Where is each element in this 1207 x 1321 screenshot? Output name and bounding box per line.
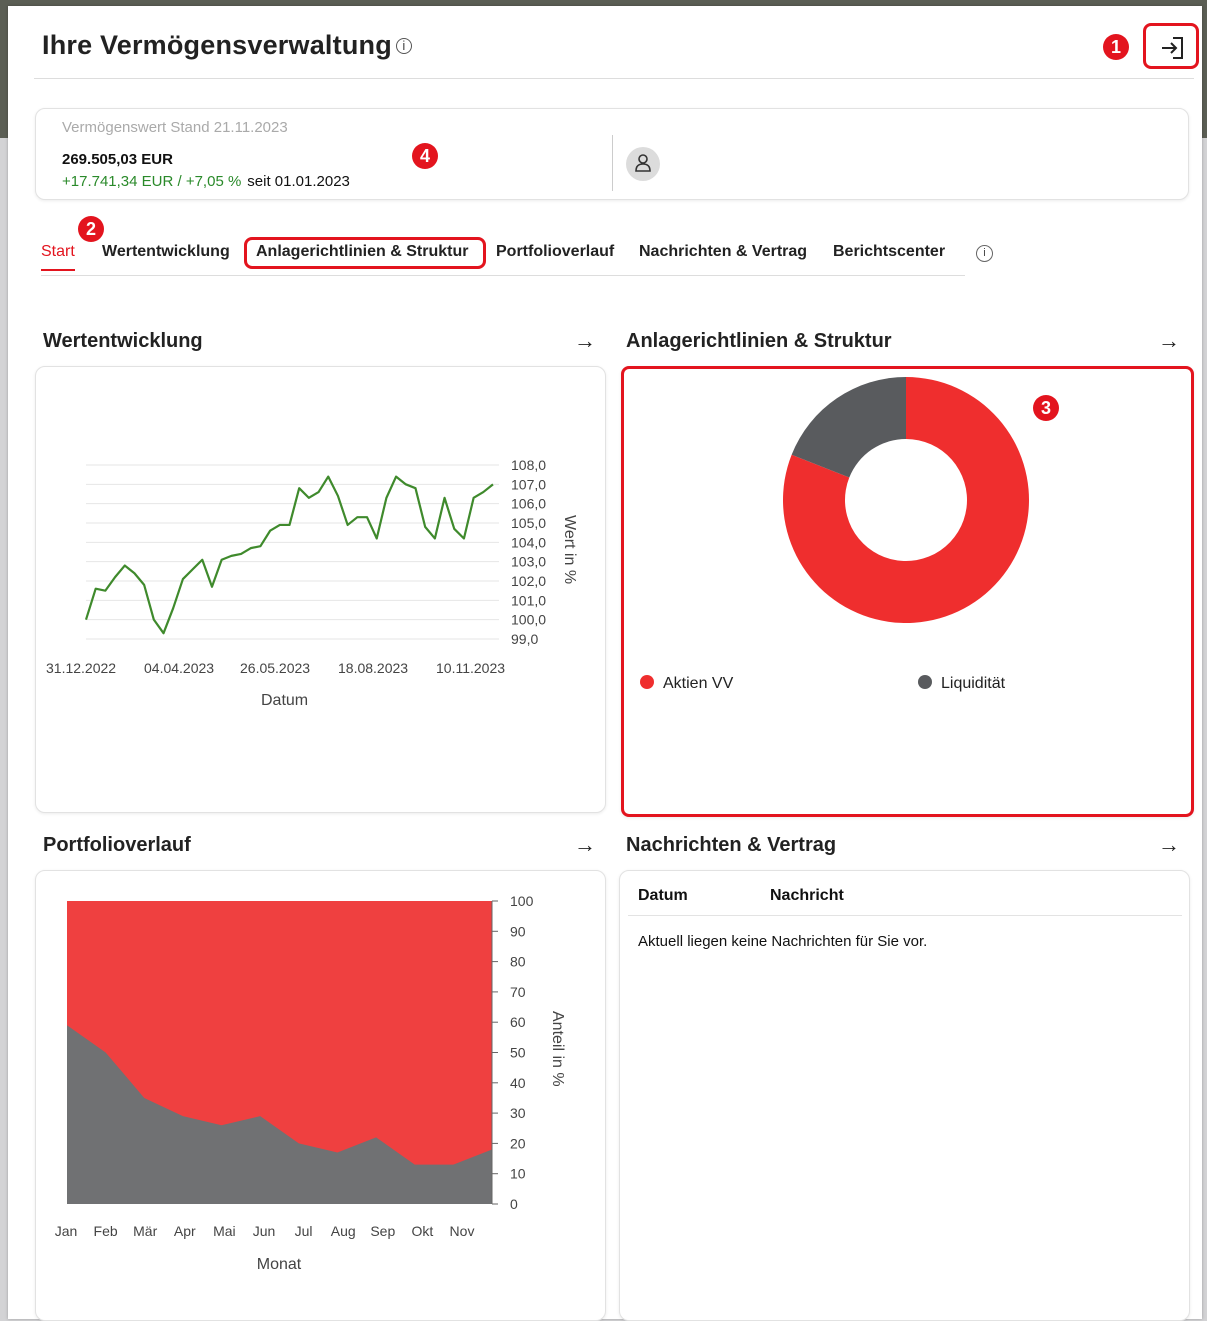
arrow-right-icon[interactable]: → [574, 832, 596, 858]
x-tick-label: Jun [253, 1223, 276, 1239]
y-tick-label: 30 [510, 1105, 526, 1121]
x-tick-label: Feb [94, 1223, 118, 1239]
asset-date-label: Vermögenswert Stand 21.11.2023 [62, 119, 288, 136]
page-title-text: Ihre Vermögensverwaltung [42, 30, 392, 60]
title-divider [34, 78, 1194, 79]
y-tick-label: 104,0 [511, 534, 546, 550]
logout-button[interactable] [1143, 23, 1199, 69]
arrow-right-icon[interactable]: → [574, 328, 596, 354]
tab-berichtscenter[interactable]: Berichtscenter [833, 243, 945, 261]
area-chart: 1009080706050403020100Jan Feb Mär Apr Mai Jun… [55, 893, 566, 1273]
x-tick-label: Mai [213, 1223, 236, 1239]
asset-divider [612, 135, 613, 191]
y-tick-label: 107,0 [511, 476, 546, 492]
portfolio-card: 100 90 80 70 60 50 40 30 20 10 0 Jan Feb Mär Apr Mai Jun… [35, 870, 606, 1321]
x-tick-label: 31.12.2022 [46, 660, 116, 676]
tabs-info-icon[interactable]: i [976, 245, 993, 262]
y-tick-label: 99,0 [511, 631, 538, 647]
asset-value: 269.505,03 EUR [62, 151, 173, 168]
legend-dot-liquiditaet [918, 675, 932, 689]
x-tick-label: 10.11.2023 [436, 660, 505, 676]
info-circle-icon[interactable]: i [395, 38, 412, 54]
y-tick-label: 103,0 [511, 554, 546, 570]
y-tick-label: 90 [510, 923, 526, 939]
tab-portfolioverlauf[interactable]: Portfolioverlauf [496, 243, 614, 261]
x-tick-label: 18.08.2023 [338, 660, 408, 676]
x-tick-label: Jan [55, 1223, 78, 1239]
table-divider [628, 915, 1182, 916]
section-title-portfolio: Portfolioverlauf [43, 834, 191, 856]
tab-nachrichten[interactable]: Nachrichten & Vertrag [639, 243, 807, 261]
line-series [84, 475, 494, 635]
y-tick-label: 102,0 [511, 573, 546, 589]
section-title-wertentwicklung: Wertentwicklung [43, 330, 203, 352]
legend-aktien[interactable]: Aktien VV [640, 675, 733, 693]
exit-icon [1162, 37, 1183, 59]
annotation-marker-1: 1 [1103, 34, 1129, 60]
donut-chart [783, 377, 1029, 623]
y-tick-label: 106,0 [511, 496, 546, 512]
section-title-nachrichten: Nachrichten & Vertrag [626, 834, 837, 856]
wertentwicklung-card: 108,0 107,0 106,0 105,0 104,0 103,0 102,0 101,0… [35, 366, 606, 813]
x-tick-label: 26.05.2023 [240, 660, 310, 676]
y-tick-label: 80 [510, 954, 526, 970]
y-tick-label: 40 [510, 1075, 526, 1091]
column-header-message: Nachricht [770, 887, 844, 904]
x-tick-label: 04.04.2023 [144, 660, 214, 676]
column-header-date: Datum [638, 887, 688, 904]
struktur-card: Aktien VV Liquidität 3 [621, 366, 1194, 817]
asset-change: +17.741,34 EUR / +7,05 % seit 01.01.2023 [62, 173, 350, 190]
x-tick-label: Aug [331, 1223, 356, 1239]
avatar[interactable] [626, 147, 660, 181]
tab-wertentwicklung[interactable]: Wertentwicklung [102, 243, 230, 261]
x-tick-label: Sep [370, 1223, 395, 1239]
tab-highlight [244, 237, 486, 269]
arrow-right-icon[interactable]: → [1158, 832, 1180, 858]
y-tick-label: 70 [510, 984, 526, 1000]
nachrichten-card: Datum Nachricht Aktuell liegen keine Nac… [619, 870, 1190, 1321]
y-axis-title: Anteil in % [549, 1011, 566, 1087]
y-tick-label: 105,0 [511, 515, 546, 531]
x-tick-label: Okt [412, 1223, 434, 1239]
asset-since: seit 01.01.2023 [247, 173, 350, 190]
y-tick-label: 100 [510, 893, 534, 909]
y-tick-label: 0 [510, 1196, 518, 1212]
line-chart: 108,0 107,0 106,0 105,0 104,0 103,0 102,0 101,0… [46, 457, 578, 709]
x-tick-label: Nov [450, 1223, 475, 1239]
y-tick-label: 50 [510, 1045, 526, 1061]
asset-summary-card: Vermögenswert Stand 21.11.2023 269.505,0… [35, 108, 1189, 200]
asset-change-value: +17.741,34 EUR / +7,05 % [62, 173, 242, 190]
y-axis-title: Wert in % [561, 515, 578, 584]
legend-dot-aktien [640, 675, 654, 689]
section-title-anlage: Anlagerichtlinien & Struktur [626, 330, 892, 352]
annotation-marker-3: 3 [1033, 395, 1059, 421]
annotation-marker-4: 4 [412, 143, 438, 169]
y-tick-label: 20 [510, 1135, 526, 1151]
tab-start[interactable]: Start [41, 243, 75, 271]
y-tick-label: 101,0 [511, 592, 546, 608]
arrow-right-icon[interactable]: → [1158, 328, 1180, 354]
x-tick-label: Mär [133, 1223, 157, 1239]
empty-message: Aktuell liegen keine Nachrichten für Sie… [638, 933, 928, 950]
legend-liquiditaet[interactable]: Liquidität [918, 675, 1005, 693]
x-axis-title: Datum [261, 692, 308, 709]
x-tick-label: Apr [174, 1223, 196, 1239]
x-axis-title: Monat [257, 1256, 302, 1273]
annotation-marker-2: 2 [78, 216, 104, 242]
y-tick-label: 108,0 [511, 457, 546, 473]
x-tick-label: Jul [295, 1223, 313, 1239]
dashboard-panel: Ihre Vermögensverwaltung i 1 Vermögenswer… [8, 6, 1202, 1321]
y-tick-label: 10 [510, 1166, 526, 1182]
user-icon [635, 154, 651, 172]
y-tick-label: 100,0 [511, 612, 546, 628]
legend-label-liquiditaet: Liquidität [941, 675, 1006, 692]
page-title: Ihre Vermögensverwaltung i [42, 30, 412, 61]
legend-label-aktien: Aktien VV [663, 675, 734, 692]
tab-bar: Start Wertentwicklung Anlagerichtlinien … [41, 241, 965, 276]
y-tick-label: 60 [510, 1014, 526, 1030]
